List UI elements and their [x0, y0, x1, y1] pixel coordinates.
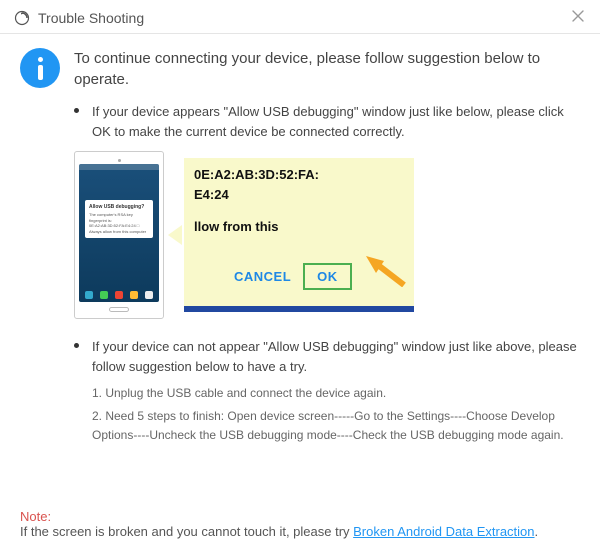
window-title: Trouble Shooting [38, 10, 144, 26]
broken-android-link[interactable]: Broken Android Data Extraction [353, 524, 534, 539]
titlebar: Trouble Shooting [0, 0, 600, 34]
phone-dialog: Allow USB debugging? The computer's RSA … [85, 200, 153, 238]
steps-list: 1. Unplug the USB cable and connect the … [92, 384, 580, 446]
headline: To continue connecting your device, plea… [74, 48, 580, 90]
content: To continue connecting your device, plea… [0, 34, 600, 460]
arrow-icon [362, 253, 406, 290]
app-icon [14, 10, 30, 26]
main-body: To continue connecting your device, plea… [74, 48, 580, 460]
phone-dialog-body: The computer's RSA key fingerprint is: 0… [89, 212, 149, 234]
note-label: Note: [20, 509, 580, 524]
bullet-dot [74, 343, 80, 450]
titlebar-left: Trouble Shooting [14, 10, 144, 26]
phone-dialog-title: Allow USB debugging? [89, 204, 149, 210]
note-text: If the screen is broken and you cannot t… [20, 524, 353, 539]
zoom-panel: 0E:A2:AB:3D:52:FA: E4:24 llow from this … [184, 158, 414, 312]
footer-note: Note: If the screen is broken and you ca… [20, 509, 580, 539]
phone-mockup: Allow USB debugging? The computer's RSA … [74, 151, 164, 319]
instruction-1-text: If your device appears "Allow USB debugg… [92, 102, 580, 141]
note-period: . [535, 524, 539, 539]
step-1: 1. Unplug the USB cable and connect the … [92, 384, 580, 403]
instruction-2-text: If your device can not appear "Allow USB… [92, 337, 580, 376]
info-icon [20, 48, 60, 460]
step-2: 2. Need 5 steps to finish: Open device s… [92, 407, 580, 445]
instruction-item-2: If your device can not appear "Allow USB… [74, 337, 580, 450]
bullet-dot [74, 108, 80, 141]
zoom-fingerprint-1: 0E:A2:AB:3D:52:FA: [194, 166, 404, 184]
close-icon[interactable] [570, 8, 586, 27]
instruction-item-1: If your device appears "Allow USB debugg… [74, 102, 580, 141]
illustration: Allow USB debugging? The computer's RSA … [74, 151, 580, 319]
zoom-allow-text: llow from this [194, 218, 404, 236]
callout-pointer [168, 225, 182, 245]
dialog-cancel-button: CANCEL [234, 269, 291, 284]
zoom-fingerprint-2: E4:24 [194, 186, 404, 204]
dialog-ok-button: OK [317, 269, 338, 284]
dialog-ok-highlight: OK [303, 263, 352, 290]
